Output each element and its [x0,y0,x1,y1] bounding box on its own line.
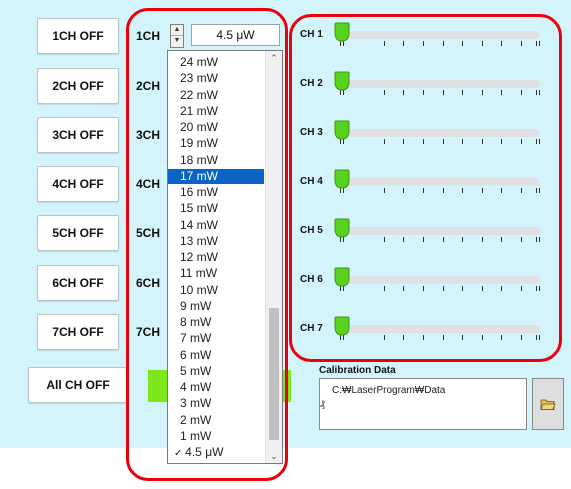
calibration-path-box[interactable]: C:₩LaserProgram₩Data ₰ [319,378,527,430]
dropdown-annotation-outline [126,8,288,481]
browse-folder-button[interactable] [532,378,564,430]
ch2-off-button[interactable]: 2CH OFF [37,68,119,104]
ch1-off-button[interactable]: 1CH OFF [37,18,119,54]
calibration-title: Calibration Data [319,365,396,376]
ch7-off-button[interactable]: 7CH OFF [37,314,119,350]
sliders-annotation-outline [289,14,562,362]
ch5-off-button[interactable]: 5CH OFF [37,215,119,251]
path-marker: ₰ [320,399,325,409]
ch4-off-button[interactable]: 4CH OFF [37,166,119,202]
ch6-off-button[interactable]: 6CH OFF [37,265,119,301]
ch3-off-button[interactable]: 3CH OFF [37,117,119,153]
calibration-path: C:₩LaserProgram₩Data [332,385,446,396]
all-ch-off-button[interactable]: All CH OFF [28,367,128,403]
folder-open-icon [540,399,556,410]
